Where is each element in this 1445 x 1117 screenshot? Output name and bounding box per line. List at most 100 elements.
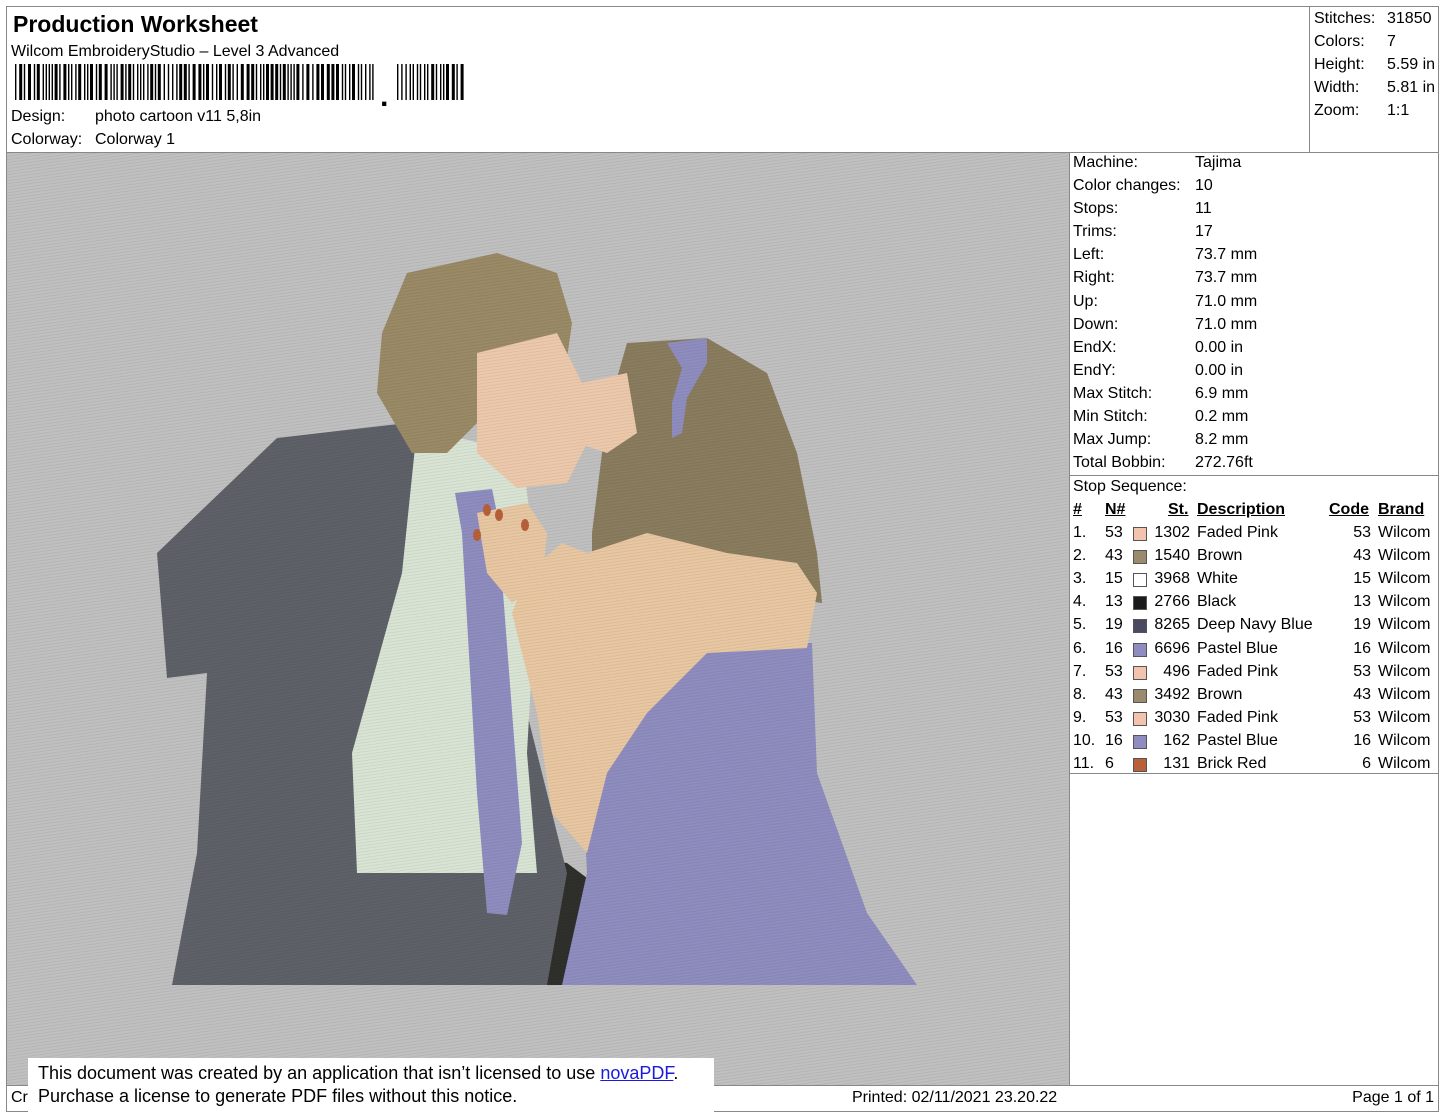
barcode-bar xyxy=(143,64,145,100)
barcode-bar xyxy=(176,64,178,100)
stat-row: Height: 5.59 in xyxy=(1314,56,1436,73)
cell-n: 53 xyxy=(1105,524,1123,542)
cell-code: 6 xyxy=(1362,755,1371,773)
cell-brand: Wilcom xyxy=(1378,593,1431,611)
table-row: 10. 16 162 Pastel Blue 16 Wilcom xyxy=(1073,732,1438,755)
machine-info-label: EndX: xyxy=(1073,338,1117,356)
barcode-bar xyxy=(369,64,371,100)
barcode-bar xyxy=(331,64,335,100)
barcode-bar xyxy=(435,64,438,100)
cell-st: 1540 xyxy=(1154,547,1190,565)
barcode-bar xyxy=(183,64,187,100)
cell-n: 15 xyxy=(1105,570,1123,588)
cell-code: 53 xyxy=(1353,524,1371,542)
barcode-bar xyxy=(427,64,429,100)
barcode-bar xyxy=(416,64,419,100)
cell-n: 16 xyxy=(1105,731,1123,749)
cell-st: 162 xyxy=(1163,731,1190,749)
cell-brand: Wilcom xyxy=(1378,524,1431,542)
barcode-bar xyxy=(154,64,157,100)
col-num: # xyxy=(1073,501,1082,518)
barcode-bar xyxy=(251,64,255,100)
barcode-bar xyxy=(302,64,304,100)
barcode-bar xyxy=(68,64,70,100)
barcode-bar xyxy=(352,64,355,100)
cell-st: 3492 xyxy=(1154,685,1190,703)
barcode-bar xyxy=(167,64,170,100)
machine-info-label: Right: xyxy=(1073,269,1115,287)
barcode-suffix: , xyxy=(380,80,388,106)
table-row: 11. 6 131 Brick Red 6 Wilcom xyxy=(1073,755,1438,778)
barcode-bar xyxy=(372,64,374,100)
barcode-bar xyxy=(236,64,238,100)
cell-description: Pastel Blue xyxy=(1197,639,1278,657)
cell-n: 43 xyxy=(1105,685,1123,703)
color-swatch xyxy=(1133,596,1147,611)
barcode-bar xyxy=(90,64,93,100)
table-row: 5. 19 8265 Deep Navy Blue 19 Wilcom xyxy=(1073,616,1438,639)
cell-code: 43 xyxy=(1353,685,1371,703)
notice-line-1: This document was created by an applicat… xyxy=(38,1063,679,1083)
barcode-bar xyxy=(71,64,73,100)
barcode-bar xyxy=(232,64,234,100)
cell-code: 15 xyxy=(1353,570,1371,588)
machine-info-row: Stops: 11 xyxy=(1073,200,1438,223)
design-value: photo cartoon v11 5,8in xyxy=(95,108,262,125)
barcode-bar xyxy=(431,64,435,100)
color-swatch xyxy=(1133,734,1147,749)
machine-info-value: 11 xyxy=(1195,200,1212,218)
color-swatch xyxy=(1133,711,1147,726)
barcode-bar xyxy=(211,64,214,100)
cell-code: 19 xyxy=(1353,616,1371,634)
machine-info-row: Right: 73.7 mm xyxy=(1073,269,1438,292)
cell-description: Faded Pink xyxy=(1197,708,1278,726)
cell-st: 1302 xyxy=(1154,524,1190,542)
cell-num: 3. xyxy=(1073,570,1087,588)
barcode-bar xyxy=(42,64,44,100)
stat-row: Width: 5.81 in xyxy=(1314,79,1436,96)
cell-st: 8265 xyxy=(1154,616,1190,634)
cell-num: 5. xyxy=(1073,616,1087,634)
barcode-bar xyxy=(397,64,399,100)
design-preview xyxy=(6,152,1070,1086)
cell-n: 53 xyxy=(1105,662,1123,680)
page-number: Page 1 of 1 xyxy=(1352,1089,1434,1106)
color-swatch xyxy=(1133,527,1147,542)
novapdf-link[interactable]: novaPDF xyxy=(600,1063,673,1083)
cell-st: 131 xyxy=(1163,755,1190,773)
barcode-bar xyxy=(275,64,279,100)
barcode-bar xyxy=(219,64,222,100)
cell-description: Faded Pink xyxy=(1197,524,1278,542)
stat-row: Stitches: 31850 xyxy=(1314,10,1432,27)
cell-num: 10. xyxy=(1073,731,1096,749)
colorway-label: Colorway: xyxy=(11,131,83,148)
color-swatch xyxy=(1133,619,1147,634)
cell-description: White xyxy=(1197,570,1238,588)
stop-sequence: Stop Sequence: # N# St. Description Code… xyxy=(1070,476,1438,774)
machine-info-value: 0.00 in xyxy=(1195,361,1244,379)
barcode-bar xyxy=(296,64,300,100)
cell-st: 3030 xyxy=(1154,708,1190,726)
machine-info-value: Tajima xyxy=(1195,154,1242,171)
cell-code: 53 xyxy=(1353,662,1371,680)
machine-info-row: EndX: 0.00 in xyxy=(1073,339,1438,362)
machine-info-row: Machine: Tajima xyxy=(1073,154,1438,177)
barcode-bar xyxy=(260,64,262,100)
barcode-bar xyxy=(36,64,40,100)
machine-info-label: Min Stitch: xyxy=(1073,408,1148,426)
table-row: 7. 53 496 Faded Pink 53 Wilcom xyxy=(1073,663,1438,686)
barcode-bar xyxy=(451,64,455,100)
barcode-bar xyxy=(424,64,426,100)
barcode-bar xyxy=(84,64,86,100)
barcode-bar xyxy=(349,64,351,100)
barcode-bar xyxy=(198,64,202,100)
machine-info-value: 10 xyxy=(1195,177,1213,195)
cell-st: 6696 xyxy=(1154,639,1190,657)
cell-brand: Wilcom xyxy=(1378,616,1431,634)
machine-info-row: Min Stitch: 0.2 mm xyxy=(1073,408,1438,431)
colorway-value: Colorway 1 xyxy=(95,131,176,148)
machine-info-row: Down: 71.0 mm xyxy=(1073,316,1438,339)
cell-n: 19 xyxy=(1105,616,1123,634)
table-row: 3. 15 3968 White 15 Wilcom xyxy=(1073,570,1438,593)
cell-st: 2766 xyxy=(1154,593,1190,611)
